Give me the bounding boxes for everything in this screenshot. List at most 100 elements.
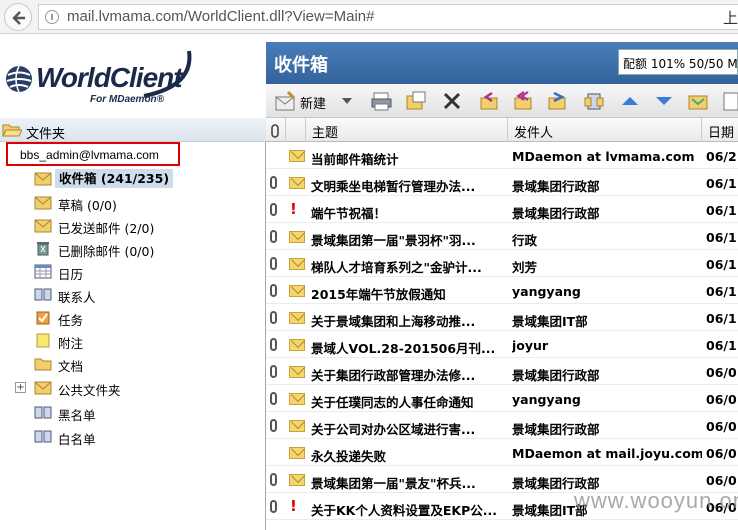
- sidebar-item-contacts[interactable]: 联系人: [0, 284, 266, 306]
- sender-column-header[interactable]: 发件人: [508, 118, 702, 142]
- sidebar-item-tasks[interactable]: 任务: [0, 307, 266, 329]
- message-date: 06/0: [706, 365, 737, 380]
- sidebar-item-sent[interactable]: 已发送邮件 (2/0): [0, 215, 266, 237]
- table-row[interactable]: 文明乘坐电梯暂行管理办法... 景域集团行政部 06/1: [266, 169, 738, 196]
- reply-all-icon[interactable]: [512, 89, 536, 113]
- attachment-icon: [270, 176, 277, 189]
- message-date: 06/1: [706, 203, 737, 218]
- table-row[interactable]: ! 端午节祝福！ 景域集团行政部 06/1: [266, 196, 738, 223]
- unread-envelope-icon: [289, 420, 305, 432]
- sidebar-item-deleted[interactable]: 已删除邮件 (0/0): [0, 238, 266, 260]
- table-row[interactable]: 梯队人才培育系列之"金驴计... 刘芳 06/1: [266, 250, 738, 277]
- message-date: 06/1: [706, 338, 737, 353]
- sidebar-item-notes[interactable]: 附注: [0, 330, 266, 352]
- date-column-header[interactable]: 日期: [702, 118, 738, 142]
- more-toolbar-icon[interactable]: [720, 89, 738, 113]
- table-row[interactable]: 当前邮件箱统计 MDaemon at lvmama.com 06/2: [266, 142, 738, 169]
- sidebar-item-label: 任务: [58, 313, 84, 328]
- trash-icon: [37, 242, 49, 256]
- reply-icon[interactable]: [478, 89, 502, 113]
- app-logo-area: WorldClient For MDaemon®: [0, 42, 266, 118]
- sidebar-item-drafts[interactable]: 草稿 (0/0): [0, 192, 266, 214]
- print-icon[interactable]: [370, 89, 394, 113]
- forward-icon[interactable]: [546, 89, 570, 113]
- table-row[interactable]: 景域集团第一届"景羽杯"羽... 行政 06/1: [266, 223, 738, 250]
- message-subject: 关于集团行政部管理办法修...: [311, 368, 476, 383]
- unread-envelope-icon: [289, 312, 305, 324]
- sidebar-item-inbox[interactable]: 收件箱 (241/235): [0, 168, 266, 190]
- notes-icon: [36, 333, 50, 348]
- unread-envelope-icon: [289, 393, 305, 405]
- attachment-icon: [270, 419, 277, 432]
- sent-icon: [34, 219, 52, 233]
- paperclip-icon: [271, 124, 279, 138]
- globe-logo-icon: [6, 65, 32, 93]
- next-message-icon[interactable]: [652, 89, 676, 113]
- account-node[interactable]: bbs_admin@lvmama.com: [6, 142, 180, 166]
- sidebar-item-blacklist[interactable]: 黑名单: [0, 402, 266, 424]
- table-row[interactable]: 景域人VOL.28-201506月刊... joyur 06/1: [266, 331, 738, 358]
- folders-header: 文件夹: [0, 118, 266, 142]
- table-row[interactable]: 2015年端午节放假通知 yangyang 06/1: [266, 277, 738, 304]
- mark-read-icon[interactable]: [686, 89, 710, 113]
- unread-envelope-icon: [289, 339, 305, 351]
- high-priority-icon: !: [290, 200, 297, 218]
- message-date: 06/1: [706, 311, 737, 326]
- page-info-icon[interactable]: [45, 10, 59, 24]
- back-arrow-icon: [12, 11, 25, 25]
- message-subject: 关于景域集团和上海移动推...: [311, 314, 476, 329]
- message-subject: 关于公司对办公区域进行害...: [311, 422, 476, 437]
- high-priority-icon: !: [290, 497, 297, 515]
- attachment-icon: [270, 257, 277, 270]
- unread-envelope-icon: [289, 366, 305, 378]
- attachment-icon: [270, 500, 277, 513]
- table-row[interactable]: 关于公司对办公区域进行害... 景域集团行政部 06/0: [266, 412, 738, 439]
- attachment-icon: [270, 284, 277, 297]
- message-subject: 关于任璞同志的人事任命通知: [311, 395, 474, 410]
- previous-message-icon[interactable]: [618, 89, 642, 113]
- subject-column-header[interactable]: 主题: [306, 118, 508, 142]
- attachment-column-header[interactable]: [266, 118, 286, 142]
- sidebar-item-documents[interactable]: 文档: [0, 353, 266, 375]
- message-sender: 景域集团行政部: [512, 422, 600, 437]
- move-to-folder-icon[interactable]: [404, 89, 428, 113]
- table-row[interactable]: 永久投递失败 MDaemon at mail.joyu.com 06/0: [266, 439, 738, 466]
- new-dropdown-chevron-icon[interactable]: [342, 98, 352, 104]
- flag-column-header[interactable]: [286, 118, 306, 142]
- back-button[interactable]: [4, 3, 32, 31]
- attachment-icon: [270, 311, 277, 324]
- sidebar-item-calendar[interactable]: 日历: [0, 261, 266, 283]
- message-sender: 景域集团行政部: [512, 179, 600, 194]
- unread-envelope-icon: [289, 231, 305, 243]
- message-date: 06/1: [706, 176, 737, 191]
- sidebar-item-public-folders[interactable]: + 公共文件夹: [0, 377, 266, 399]
- table-row[interactable]: 关于任璞同志的人事任命通知 yangyang 06/0: [266, 385, 738, 412]
- message-subject: 关于KK个人资料设置及EKP公...: [311, 503, 498, 518]
- message-subject: 2015年端午节放假通知: [311, 287, 446, 302]
- table-row[interactable]: 关于集团行政部管理办法修... 景域集团行政部 06/0: [266, 358, 738, 385]
- message-sender: MDaemon at mail.joyu.com: [512, 446, 702, 461]
- new-button[interactable]: 新建: [300, 93, 326, 112]
- table-row[interactable]: 关于景域集团和上海移动推... 景域集团IT部 06/1: [266, 304, 738, 331]
- sidebar-item-label: 联系人: [58, 290, 96, 305]
- folder-open-icon: [2, 124, 22, 137]
- new-message-icon[interactable]: [274, 89, 298, 113]
- message-subject: 景域集团第一届"景友"杯兵...: [311, 476, 476, 491]
- sidebar-item-whitelist[interactable]: 白名单: [0, 426, 266, 448]
- expand-toggle[interactable]: +: [15, 382, 26, 393]
- blacklist-icon: [34, 406, 52, 419]
- address-url: mail.lvmama.com/WorldClient.dll?View=Mai…: [67, 8, 375, 25]
- message-date: 06/1: [706, 230, 737, 245]
- message-sender: 行政: [512, 233, 538, 248]
- mark-icon[interactable]: [582, 89, 606, 113]
- sidebar-item-label: 已发送邮件 (2/0): [58, 221, 155, 236]
- attachment-icon: [270, 473, 277, 486]
- message-subject: 永久投递失败: [311, 449, 387, 464]
- address-bar[interactable]: mail.lvmama.com/WorldClient.dll?View=Mai…: [38, 4, 738, 30]
- browser-toolbar: mail.lvmama.com/WorldClient.dll?View=Mai…: [0, 0, 738, 34]
- unread-envelope-icon: [289, 177, 305, 189]
- message-date: 06/1: [706, 257, 737, 272]
- delete-icon[interactable]: [440, 89, 464, 113]
- message-subject: 当前邮件箱统计: [311, 152, 399, 167]
- worldclient-logo: WorldClient For MDaemon®: [4, 50, 204, 110]
